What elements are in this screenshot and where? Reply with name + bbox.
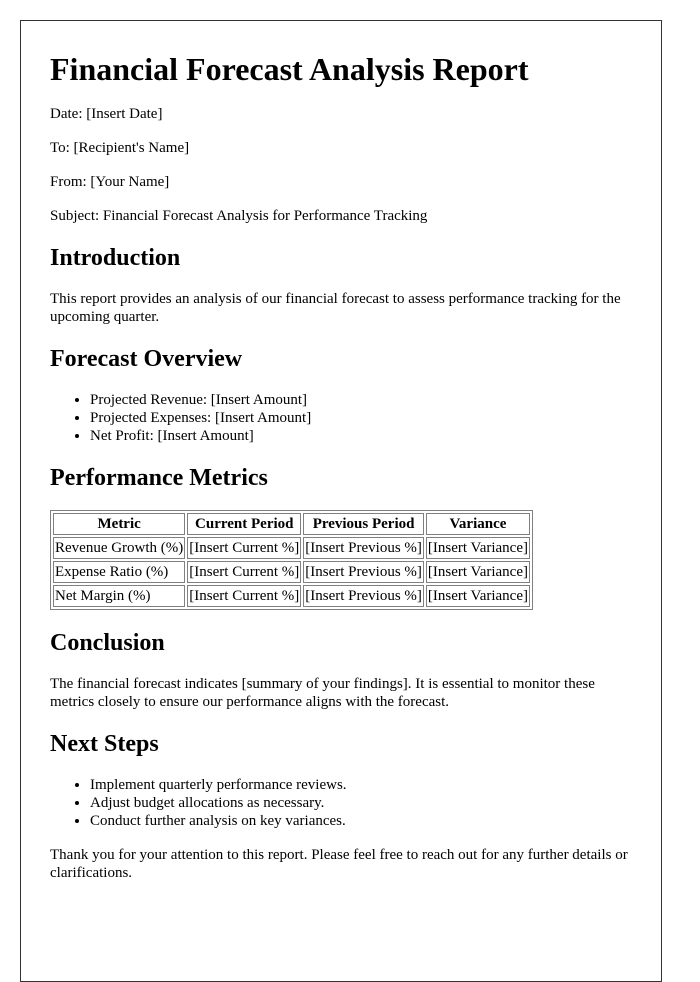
column-header-metric: Metric [53, 513, 186, 535]
conclusion-heading: Conclusion [50, 630, 165, 656]
table-row: Expense Ratio (%) [Insert Current %] [In… [53, 561, 530, 583]
list-item: Adjust budget allocations as necessary. [90, 794, 632, 812]
cell-current: [Insert Current %] [187, 585, 302, 607]
next-steps-heading: Next Steps [50, 731, 159, 757]
column-header-current-period: Current Period [187, 513, 302, 535]
meta-to: To: [Recipient's Name] [50, 140, 190, 156]
table-row: Revenue Growth (%) [Insert Current %] [I… [53, 537, 530, 559]
meta-subject: Subject: Financial Forecast Analysis for… [50, 208, 428, 224]
list-item: Implement quarterly performance reviews. [90, 776, 632, 794]
list-item: Projected Expenses: [Insert Amount] [90, 409, 632, 427]
cell-variance: [Insert Variance] [425, 585, 530, 607]
cell-previous: [Insert Previous %] [303, 561, 424, 583]
report-container: Financial Forecast Analysis Report Date:… [20, 20, 662, 982]
meta-date: Date: [Insert Date] [50, 106, 163, 122]
cell-variance: [Insert Variance] [425, 537, 530, 559]
list-item: Projected Revenue: [Insert Amount] [90, 391, 632, 409]
introduction-text: This report provides an analysis of our … [50, 291, 621, 325]
meta-from: From: [Your Name] [50, 174, 170, 190]
conclusion-text: The financial forecast indicates [summar… [50, 676, 595, 710]
cell-variance: [Insert Variance] [425, 561, 530, 583]
closing-text: Thank you for your attention to this rep… [50, 847, 628, 881]
table-row: Net Margin (%) [Insert Current %] [Inser… [53, 585, 530, 607]
cell-current: [Insert Current %] [187, 561, 302, 583]
cell-metric: Expense Ratio (%) [53, 561, 186, 583]
list-item: Conduct further analysis on key variance… [90, 812, 632, 830]
forecast-overview-heading: Forecast Overview [50, 346, 243, 372]
introduction-heading: Introduction [50, 245, 181, 271]
column-header-previous-period: Previous Period [303, 513, 424, 535]
report-title: Financial Forecast Analysis Report [50, 51, 529, 87]
metrics-table: Metric Current Period Previous Period Va… [50, 510, 533, 610]
cell-metric: Net Margin (%) [53, 585, 186, 607]
column-header-variance: Variance [425, 513, 530, 535]
forecast-overview-list: Projected Revenue: [Insert Amount] Proje… [50, 391, 632, 445]
cell-current: [Insert Current %] [187, 537, 302, 559]
list-item: Net Profit: [Insert Amount] [90, 427, 632, 445]
cell-previous: [Insert Previous %] [303, 585, 424, 607]
next-steps-list: Implement quarterly performance reviews.… [50, 776, 632, 830]
table-header-row: Metric Current Period Previous Period Va… [53, 513, 530, 535]
cell-previous: [Insert Previous %] [303, 537, 424, 559]
cell-metric: Revenue Growth (%) [53, 537, 186, 559]
performance-metrics-heading: Performance Metrics [50, 465, 268, 491]
